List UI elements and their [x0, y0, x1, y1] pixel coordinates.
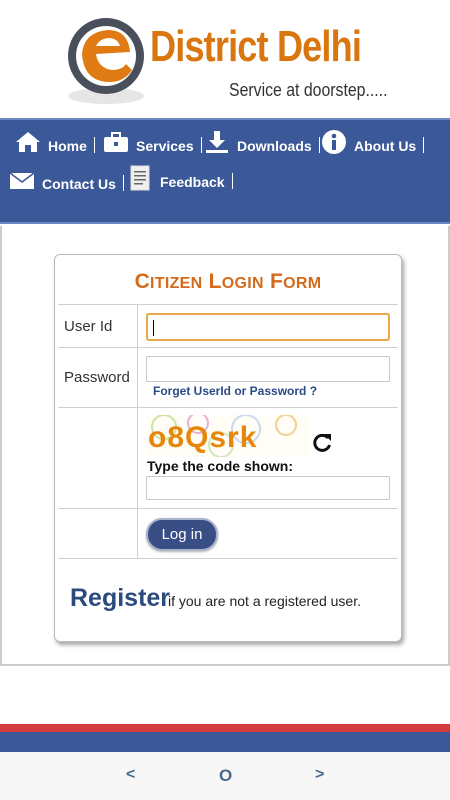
mail-icon [8, 166, 36, 194]
text-caret [153, 320, 154, 336]
document-icon [126, 164, 154, 192]
nav-divider [200, 137, 202, 153]
info-icon [320, 128, 348, 156]
form-divider [58, 508, 398, 509]
nav-label: Downloads [237, 138, 312, 154]
nav-item-services[interactable]: Services [102, 128, 202, 156]
login-button[interactable]: Log in [146, 518, 218, 551]
title-part: L [208, 270, 222, 293]
nav-label: Feedback [160, 174, 225, 190]
nav-label: Contact Us [42, 176, 116, 192]
brand-title: District Delhi [150, 22, 362, 71]
password-input[interactable] [146, 356, 390, 382]
form-divider [58, 558, 398, 559]
title-part: ITIZEN [150, 275, 203, 292]
nav-divider [231, 173, 233, 189]
nav-item-home[interactable]: Home [14, 128, 95, 156]
title-part: F [270, 270, 284, 293]
forward-button[interactable]: > [315, 766, 324, 784]
register-hint: if you are not a registered user. [168, 593, 361, 609]
user-id-input[interactable] [146, 313, 390, 341]
site-header: District Delhi Service at doorstep..... [0, 0, 450, 112]
refresh-captcha-icon[interactable] [311, 432, 333, 454]
nav-divider [423, 137, 425, 153]
footer-bar [0, 732, 450, 752]
nav-label: Home [48, 138, 87, 154]
user-id-label: User Id [64, 318, 113, 335]
nav-label: About Us [354, 138, 417, 154]
back-button[interactable]: < [126, 766, 135, 784]
briefcase-icon [102, 128, 130, 156]
title-part: OGIN [221, 275, 264, 292]
title-part: C [134, 270, 151, 293]
captcha-text: o8Qsrk [148, 421, 258, 454]
footer-accent-bar [0, 724, 450, 732]
form-divider [58, 347, 398, 348]
e-district-logo [68, 18, 144, 104]
nav-item-contact-us[interactable]: Contact Us [8, 166, 124, 194]
nav-item-downloads[interactable]: Downloads [203, 128, 320, 156]
nav-item-about-us[interactable]: About Us [320, 128, 425, 156]
download-icon [203, 128, 231, 156]
home-button[interactable]: O [219, 766, 232, 786]
title-part: ORM [283, 275, 322, 292]
nav-divider [93, 137, 95, 153]
captcha-prompt: Type the code shown: [147, 458, 293, 474]
nav-item-feedback[interactable]: Feedback [126, 164, 233, 192]
password-label: Password [64, 369, 130, 386]
login-form-title: CITIZEN LOGIN FORM [0, 270, 450, 294]
forgot-credentials-link[interactable]: Forget UserId or Password ? [153, 384, 317, 398]
form-divider [58, 304, 398, 305]
form-column-divider [137, 304, 138, 558]
register-link[interactable]: Register [70, 584, 170, 613]
captcha-input[interactable] [146, 476, 390, 500]
form-divider [58, 407, 398, 408]
captcha-image: o8Qsrk [146, 415, 308, 457]
brand-tagline: Service at doorstep..... [229, 80, 388, 100]
nav-label: Services [136, 138, 194, 154]
nav-divider [122, 175, 124, 191]
home-icon [14, 128, 42, 156]
